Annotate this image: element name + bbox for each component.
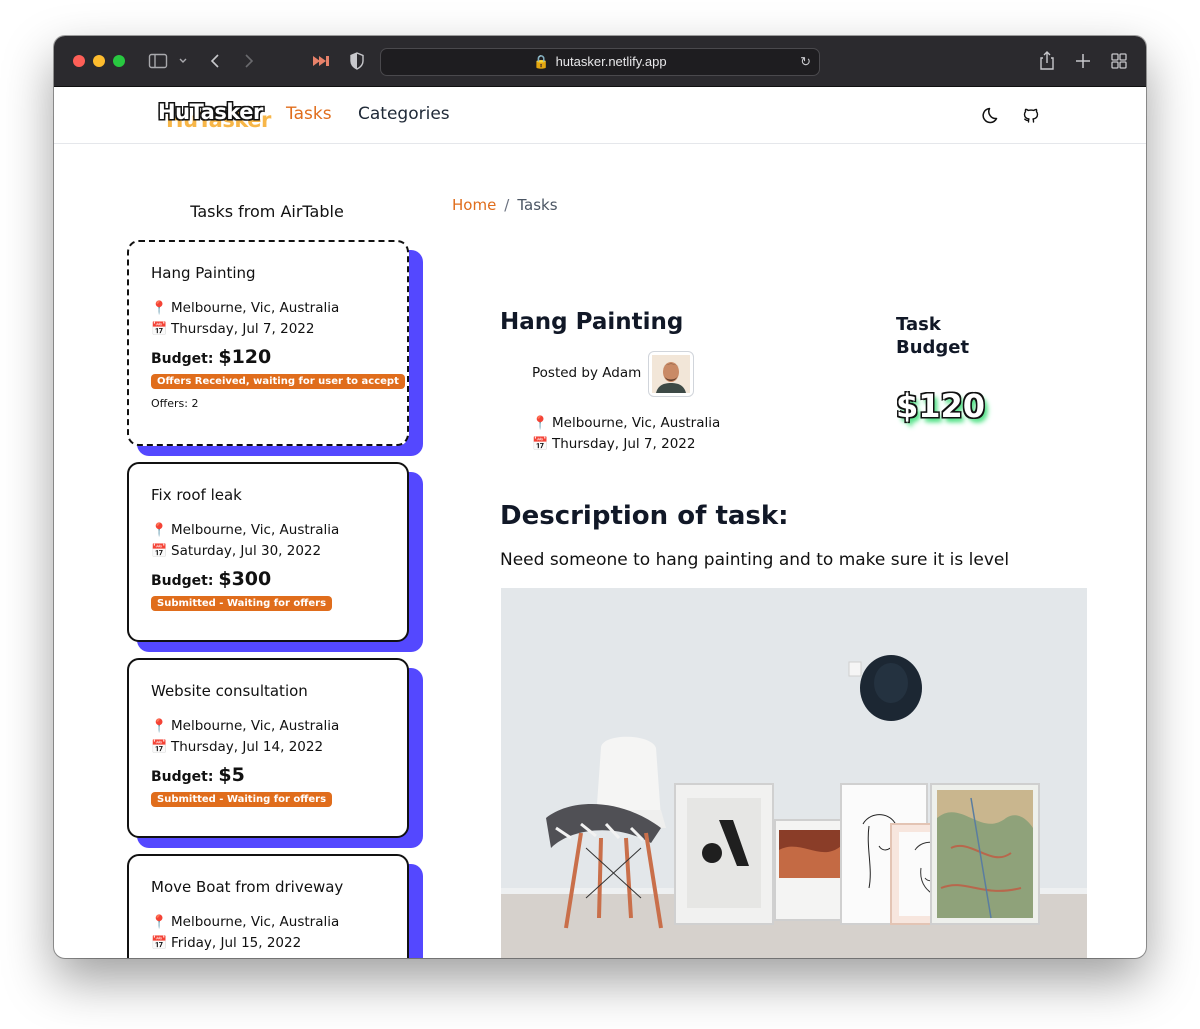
moon-icon[interactable]	[982, 105, 1002, 125]
pin-icon: 📍	[151, 301, 168, 316]
task-card-date: Saturday, Jul 30, 2022	[171, 543, 322, 559]
task-card-budget: $5	[218, 764, 245, 786]
task-card-location: Melbourne, Vic, Australia	[171, 718, 340, 734]
task-photo	[501, 588, 1087, 958]
task-card-budget: $120	[218, 346, 272, 368]
share-icon[interactable]	[1038, 50, 1056, 72]
calendar-icon: 📅	[532, 437, 549, 452]
task-card[interactable]: Website consultation 📍 Melbourne, Vic, Au…	[127, 658, 423, 850]
card-body: Move Boat from driveway 📍 Melbourne, Vic,…	[127, 854, 409, 958]
nav-link-categories[interactable]: Categories	[358, 104, 450, 124]
posted-by: Posted by Adam	[532, 365, 642, 381]
card-body: Website consultation 📍 Melbourne, Vic, Au…	[127, 658, 409, 838]
sidebar-icon[interactable]	[148, 50, 168, 72]
task-card-location: Melbourne, Vic, Australia	[171, 300, 340, 316]
calendar-icon: 📅	[151, 322, 168, 337]
address-bar[interactable]: 🔒 hutasker.netlify.app ↻	[380, 48, 820, 76]
calendar-icon: 📅	[151, 740, 168, 755]
lock-icon: 🔒	[533, 54, 550, 69]
browser-window: 🔒 hutasker.netlify.app ↻ HuTasker HuTaske…	[54, 36, 1146, 958]
task-info: 📍 Melbourne, Vic, Australia 📅 Thursday, Ju…	[532, 413, 720, 455]
task-title: Hang Painting	[500, 309, 684, 335]
breadcrumb-home[interactable]: Home	[452, 196, 496, 214]
reader-icon[interactable]	[310, 50, 332, 72]
logo-text: HuTasker	[158, 100, 263, 124]
chevron-left-icon[interactable]	[208, 50, 222, 72]
page-content: HuTasker HuTasker Tasks Categories Tasks…	[54, 87, 1146, 958]
github-icon[interactable]	[1021, 105, 1041, 125]
room-illustration	[501, 588, 1087, 958]
task-card-title: Hang Painting	[151, 264, 256, 282]
task-card-title: Fix roof leak	[151, 486, 242, 504]
description-heading: Description of task:	[500, 501, 789, 531]
task-card-title: Move Boat from driveway	[151, 878, 344, 896]
offers-count: Offers: 2	[151, 397, 199, 410]
task-date: Thursday, Jul 7, 2022	[552, 436, 696, 452]
minimize-window-button[interactable]	[93, 55, 105, 67]
task-location: Melbourne, Vic, Australia	[552, 415, 721, 431]
status-badge: Submitted - Waiting for offers	[151, 596, 333, 611]
task-card-date: Friday, Jul 15, 2022	[171, 935, 302, 951]
budget-label: Budget:	[151, 351, 214, 367]
task-card-date: Thursday, Jul 14, 2022	[171, 739, 324, 755]
task-card-location: Melbourne, Vic, Australia	[171, 914, 340, 930]
pin-icon: 📍	[532, 416, 549, 431]
chevron-right-icon[interactable]	[242, 50, 256, 72]
task-card[interactable]: Hang Painting 📍 Melbourne, Vic, Australia…	[127, 240, 423, 460]
url-text: hutasker.netlify.app	[555, 54, 667, 69]
task-card[interactable]: Fix roof leak 📍 Melbourne, Vic, Australia…	[127, 462, 423, 654]
budget-label: Budget:	[151, 573, 214, 589]
task-budget-heading: Task Budget	[896, 313, 969, 359]
pin-icon: 📍	[151, 915, 168, 930]
top-nav: HuTasker HuTasker Tasks Categories	[54, 87, 1146, 144]
calendar-icon: 📅	[151, 544, 168, 559]
breadcrumb-current: Tasks	[517, 196, 558, 214]
task-budget-heading-line2: Budget	[896, 337, 970, 358]
close-window-button[interactable]	[73, 55, 85, 67]
status-badge: Submitted - Waiting for offers	[151, 792, 333, 807]
task-card[interactable]: Move Boat from driveway 📍 Melbourne, Vic,…	[127, 854, 423, 958]
maximize-window-button[interactable]	[113, 55, 125, 67]
sidebar-title: Tasks from AirTable	[190, 202, 344, 221]
shield-icon[interactable]	[348, 50, 366, 72]
pin-icon: 📍	[151, 523, 168, 538]
avatar-image	[652, 355, 690, 393]
card-body: Hang Painting 📍 Melbourne, Vic, Australia…	[127, 240, 409, 446]
task-budget-heading-line1: Task	[896, 314, 941, 335]
plus-icon[interactable]	[1074, 50, 1092, 72]
card-body: Fix roof leak 📍 Melbourne, Vic, Australia…	[127, 462, 409, 642]
task-card-budget: $300	[218, 568, 272, 590]
description-text: Need someone to hang painting and to mak…	[500, 550, 1010, 570]
breadcrumb: Home / Tasks	[452, 196, 558, 214]
tabs-grid-icon[interactable]	[1110, 50, 1128, 72]
task-budget-amount: $120	[896, 387, 986, 425]
status-badge: Offers Received, waiting for user to acc…	[151, 374, 405, 389]
nav-link-tasks[interactable]: Tasks	[286, 104, 332, 124]
browser-toolbar: 🔒 hutasker.netlify.app ↻	[54, 36, 1146, 87]
reload-icon[interactable]: ↻	[800, 49, 811, 75]
breadcrumb-separator: /	[504, 196, 510, 214]
chevron-down-icon[interactable]	[178, 50, 188, 72]
task-card-location: Melbourne, Vic, Australia	[171, 522, 340, 538]
calendar-icon: 📅	[151, 936, 168, 951]
pin-icon: 📍	[151, 719, 168, 734]
task-card-date: Thursday, Jul 7, 2022	[171, 321, 315, 337]
avatar	[648, 351, 694, 397]
budget-label: Budget:	[151, 769, 214, 785]
task-card-title: Website consultation	[151, 682, 308, 700]
